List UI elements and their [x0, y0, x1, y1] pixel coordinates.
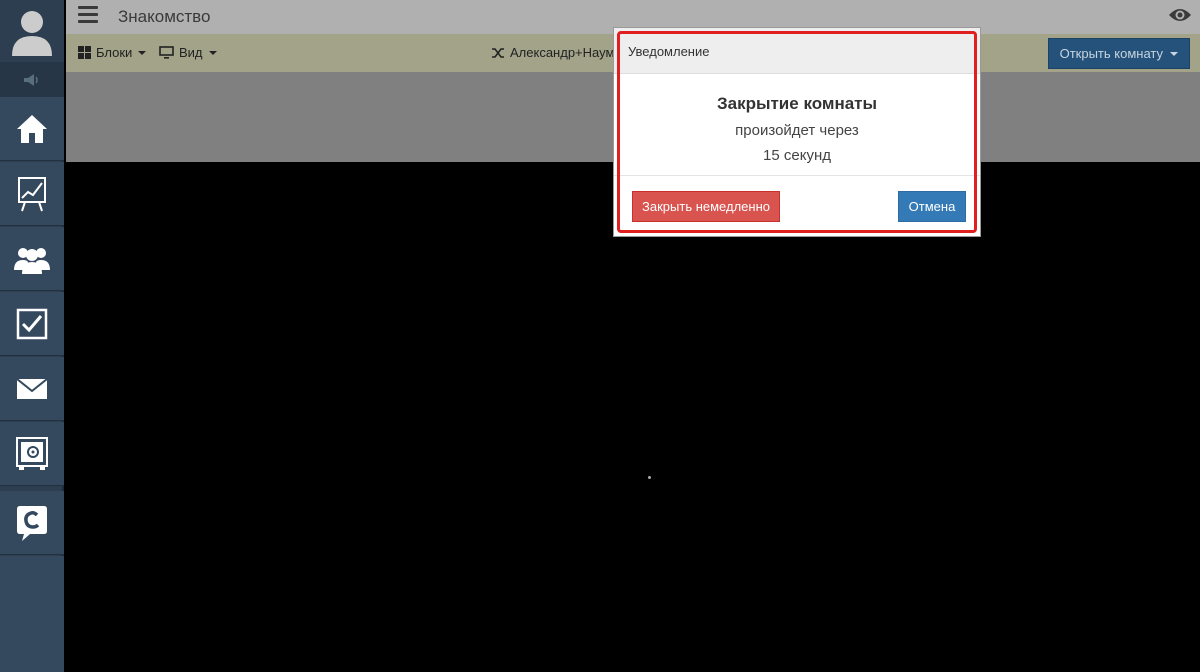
speaker-icon: [24, 73, 38, 86]
checkbox-icon: [16, 308, 48, 339]
blocks-dropdown[interactable]: Блоки: [78, 45, 147, 60]
view-label: Вид: [179, 45, 203, 60]
users-icon: [14, 247, 50, 274]
monitor-icon: [159, 46, 174, 59]
sidebar-item-stats[interactable]: [0, 162, 64, 226]
cancel-button[interactable]: Отмена: [898, 191, 966, 222]
grid-icon: [78, 46, 91, 59]
chat-c-icon: [17, 505, 47, 541]
chart-board-icon: [18, 176, 46, 211]
sidebar-item-tasks[interactable]: [0, 292, 64, 356]
chevron-down-icon: [1170, 51, 1178, 56]
sidebar-item-users[interactable]: [0, 227, 64, 291]
video-area: [66, 162, 1200, 672]
sidebar-empty-area: [0, 556, 64, 672]
sidebar-item-chat[interactable]: [0, 491, 64, 555]
mail-icon: [16, 377, 48, 399]
sidebar-item-home[interactable]: [0, 97, 64, 161]
blocks-label: Блоки: [96, 45, 133, 60]
video-dot: [648, 476, 651, 479]
modal-line-2: 15 секунд: [763, 147, 831, 164]
modal-body: Закрытие комнаты произойдет через 15 сек…: [614, 74, 980, 176]
modal-title: Закрытие комнаты: [716, 94, 878, 113]
modal-line-1: произойдет через: [735, 122, 859, 139]
avatar[interactable]: [0, 0, 64, 62]
chevron-down-icon: [208, 50, 217, 55]
sidebar-item-safe[interactable]: [0, 422, 64, 486]
modal-header: Уведомление: [614, 28, 980, 74]
open-room-button[interactable]: Открыть комнату: [1047, 38, 1190, 69]
home-icon: [17, 114, 47, 143]
sidebar: [0, 0, 64, 672]
sound-toggle[interactable]: [0, 62, 64, 97]
shuffle-icon: [492, 47, 504, 58]
modal-header-text: Уведомление: [628, 44, 710, 59]
page-title: Знакомство: [118, 7, 211, 26]
close-now-button[interactable]: Закрыть немедленно: [632, 191, 780, 222]
user-avatar-icon: [12, 11, 52, 56]
safe-icon: [16, 436, 48, 470]
eye-icon[interactable]: [1168, 6, 1192, 29]
view-dropdown[interactable]: Вид: [159, 45, 217, 60]
open-room-label: Открыть комнату: [1059, 46, 1163, 61]
participants-link[interactable]: Александр+Наум: [492, 45, 614, 60]
menu-icon[interactable]: [78, 6, 98, 24]
notification-modal: Уведомление Закрытие комнаты произойдет …: [613, 27, 981, 237]
participants-label: Александр+Наум: [510, 45, 615, 60]
chevron-down-icon: [138, 50, 147, 55]
sidebar-item-mail[interactable]: [0, 357, 64, 421]
